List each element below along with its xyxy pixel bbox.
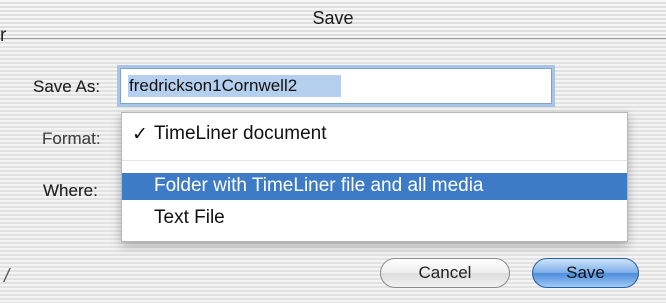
- cut-off-text-bottom: /: [4, 266, 10, 287]
- menu-item-folder-with-media[interactable]: Folder with TimeLiner file and all media: [122, 173, 627, 200]
- menu-item-timeliner-document[interactable]: ✓ TimeLiner document: [122, 121, 627, 149]
- cancel-button[interactable]: Cancel: [380, 258, 510, 288]
- filename-input[interactable]: [121, 69, 551, 103]
- menu-item-label: Text File: [154, 207, 225, 228]
- save-as-label: Save As:: [33, 77, 101, 96]
- checkmark-icon: ✓: [132, 124, 148, 145]
- save-button[interactable]: Save: [532, 258, 639, 288]
- menu-separator: [122, 160, 627, 161]
- save-dialog: Save r / Save As: Format: Where: ✓ TimeL…: [0, 0, 666, 303]
- menu-item-label: TimeLiner document: [154, 123, 327, 144]
- window-title: Save: [312, 8, 354, 28]
- filename-field[interactable]: [120, 68, 552, 104]
- format-label: Format:: [42, 129, 101, 148]
- where-label: Where:: [43, 181, 98, 200]
- title-bar: Save: [0, 0, 666, 39]
- menu-item-label: Folder with TimeLiner file and all media: [154, 175, 484, 196]
- cut-off-text-left: r: [0, 25, 7, 46]
- format-dropdown-menu: ✓ TimeLiner document Folder with TimeLin…: [121, 112, 628, 242]
- menu-item-text-file[interactable]: Text File: [122, 205, 627, 233]
